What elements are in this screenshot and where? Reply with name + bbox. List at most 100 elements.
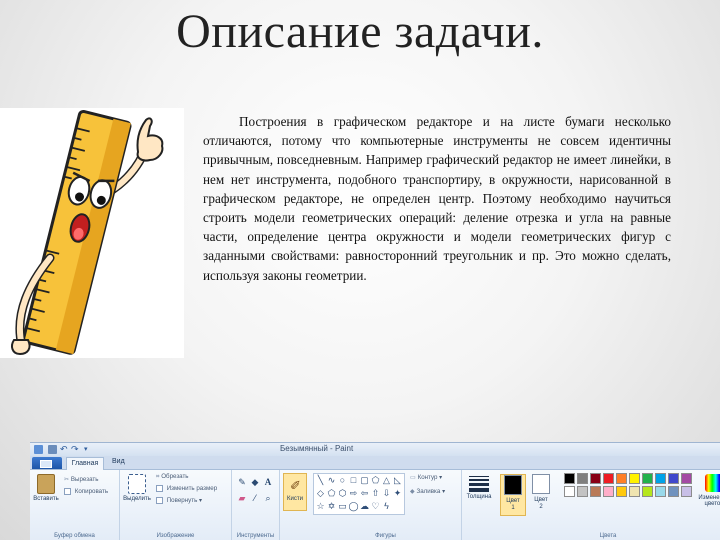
fill-dropdown[interactable]: ◆ Заливка ▾: [410, 488, 445, 495]
ribbon-home: Вставить ✂ Вырезать Копировать Буфер обм…: [30, 470, 720, 540]
paste-button[interactable]: Вставить: [32, 474, 60, 502]
magnifier-icon[interactable]: ⌕: [262, 492, 274, 504]
paint-menu-button[interactable]: [32, 457, 62, 469]
undo-icon[interactable]: ↶: [60, 445, 69, 454]
rotate-label: Повернуть: [166, 497, 198, 505]
outline-dropdown[interactable]: ▭ Контур ▾: [410, 474, 442, 481]
right-triangle-shape-icon[interactable]: ◺: [392, 475, 403, 486]
image-group-label: Изображение: [156, 533, 195, 539]
left-arrow-shape-icon[interactable]: ⇦: [359, 488, 370, 499]
size-button[interactable]: Толщина: [465, 474, 493, 500]
crop-button[interactable]: ⌗ Обрезать: [156, 473, 189, 481]
copy-icon: [64, 488, 71, 495]
select-rectangle-icon: [128, 474, 146, 494]
eraser-icon[interactable]: ▰: [236, 492, 248, 504]
lightning-shape-icon[interactable]: ϟ: [381, 501, 392, 512]
paste-label: Вставить: [33, 496, 59, 502]
palette-color-swatch[interactable]: [577, 473, 588, 484]
diamond-shape-icon[interactable]: ◇: [315, 488, 326, 499]
rectangle-shape-icon[interactable]: □: [348, 475, 359, 486]
ruler-character-image: [11, 109, 164, 356]
shapes-gallery[interactable]: ╲ ∿ ○ □ ▢ ⬠ △ ◺ ◇ ⬠ ⬡ ⇨ ⇦ ⇧ ⇩ ✦ ☆ ✡ ▭ ◯: [313, 473, 405, 515]
palette-color-swatch[interactable]: [616, 486, 627, 497]
color1-button[interactable]: Цвет 1: [500, 474, 526, 516]
color2-button[interactable]: Цвет 2: [528, 474, 554, 511]
palette-color-swatch[interactable]: [590, 473, 601, 484]
quick-access-toolbar: ↶ ↷ ▾ Безымянный - Paint: [30, 443, 720, 456]
fill-bucket-icon[interactable]: ◆: [249, 476, 261, 488]
rotate-button[interactable]: Повернуть ▾: [156, 497, 202, 504]
colors-group: Цвет 1 Цвет 2 Цвета Изменение цветов: [496, 470, 720, 540]
palette-color-swatch[interactable]: [577, 486, 588, 497]
line-shape-icon[interactable]: ╲: [315, 475, 326, 486]
oval-shape-icon[interactable]: ○: [337, 475, 348, 486]
six-point-star-shape-icon[interactable]: ✡: [326, 501, 337, 512]
window-title: Безымянный - Paint: [280, 444, 354, 453]
heart-shape-icon[interactable]: ♡: [370, 501, 381, 512]
brush-icon: ✐: [290, 478, 301, 493]
color-wheel-icon: [705, 474, 720, 492]
pencil-icon[interactable]: ✎: [236, 476, 248, 488]
brushes-label: Кисти: [287, 496, 303, 502]
color-picker-icon[interactable]: ⁄: [249, 492, 261, 504]
rounded-rectangle-shape-icon[interactable]: ▢: [359, 475, 370, 486]
palette-color-swatch[interactable]: [668, 473, 679, 484]
palette-color-swatch[interactable]: [590, 486, 601, 497]
four-point-star-shape-icon[interactable]: ✦: [392, 488, 403, 499]
tools-group-label: Инструменты: [236, 533, 275, 539]
palette-color-swatch[interactable]: [655, 473, 666, 484]
tab-view[interactable]: Вид: [112, 458, 125, 465]
copy-button[interactable]: Копировать: [64, 488, 108, 495]
task-description-text: Построения в графическом редакторе и на …: [203, 114, 671, 283]
customize-toolbar-icon[interactable]: ▾: [84, 445, 93, 454]
down-arrow-shape-icon[interactable]: ⇩: [381, 488, 392, 499]
up-arrow-shape-icon[interactable]: ⇧: [370, 488, 381, 499]
polygon-shape-icon[interactable]: ⬠: [370, 475, 381, 486]
shapes-group-label: Фигуры: [375, 533, 396, 539]
resize-button[interactable]: Изменить размер: [156, 485, 217, 492]
palette-color-swatch[interactable]: [655, 486, 666, 497]
right-arrow-shape-icon[interactable]: ⇨: [348, 488, 359, 499]
save-icon[interactable]: [48, 445, 57, 454]
cut-button[interactable]: ✂ Вырезать: [64, 476, 98, 483]
size-group: Толщина: [462, 470, 496, 540]
clipboard-group-label: Буфер обмена: [54, 533, 95, 539]
paint-app-icon[interactable]: [34, 445, 43, 454]
hexagon-shape-icon[interactable]: ⬡: [337, 488, 348, 499]
tab-home[interactable]: Главная: [66, 457, 104, 471]
palette-color-swatch[interactable]: [642, 486, 653, 497]
redo-icon[interactable]: ↷: [71, 445, 80, 454]
palette-color-swatch[interactable]: [642, 473, 653, 484]
palette-color-swatch[interactable]: [681, 473, 692, 484]
palette-color-swatch[interactable]: [668, 486, 679, 497]
palette-color-swatch[interactable]: [629, 473, 640, 484]
edit-colors-button[interactable]: Изменение цветов: [696, 474, 720, 507]
brushes-button[interactable]: ✐ Кисти: [283, 473, 307, 511]
palette-color-swatch[interactable]: [603, 486, 614, 497]
callout-shape-icon[interactable]: ▭: [337, 501, 348, 512]
text-tool-icon[interactable]: A: [262, 476, 274, 488]
brushes-group: ✐ Кисти: [280, 470, 310, 540]
ribbon-tab-row: Главная Вид: [30, 456, 720, 471]
color1-label: Цвет 1: [506, 498, 520, 511]
five-point-star-shape-icon[interactable]: ☆: [315, 501, 326, 512]
select-button[interactable]: Выделить: [123, 474, 151, 502]
outline-icon: ▭: [410, 474, 416, 481]
palette-color-swatch[interactable]: [564, 486, 575, 497]
palette-color-swatch[interactable]: [616, 473, 627, 484]
cloud-callout-shape-icon[interactable]: ☁: [359, 501, 370, 512]
color2-swatch: [532, 474, 550, 494]
triangle-shape-icon[interactable]: △: [381, 475, 392, 486]
colors-group-label: Цвета: [599, 533, 617, 539]
fill-label: Заливка: [416, 488, 441, 495]
tools-group: ✎ ◆ A ▰ ⁄ ⌕ Инструменты: [232, 470, 280, 540]
palette-color-swatch[interactable]: [603, 473, 614, 484]
palette-color-swatch[interactable]: [629, 486, 640, 497]
oval-callout-shape-icon[interactable]: ◯: [348, 501, 359, 512]
curve-shape-icon[interactable]: ∿: [326, 475, 337, 486]
resize-icon: [156, 485, 163, 492]
chevron-down-icon: ▾: [439, 474, 443, 481]
palette-color-swatch[interactable]: [681, 486, 692, 497]
pentagon-shape-icon[interactable]: ⬠: [326, 488, 337, 499]
palette-color-swatch[interactable]: [564, 473, 575, 484]
